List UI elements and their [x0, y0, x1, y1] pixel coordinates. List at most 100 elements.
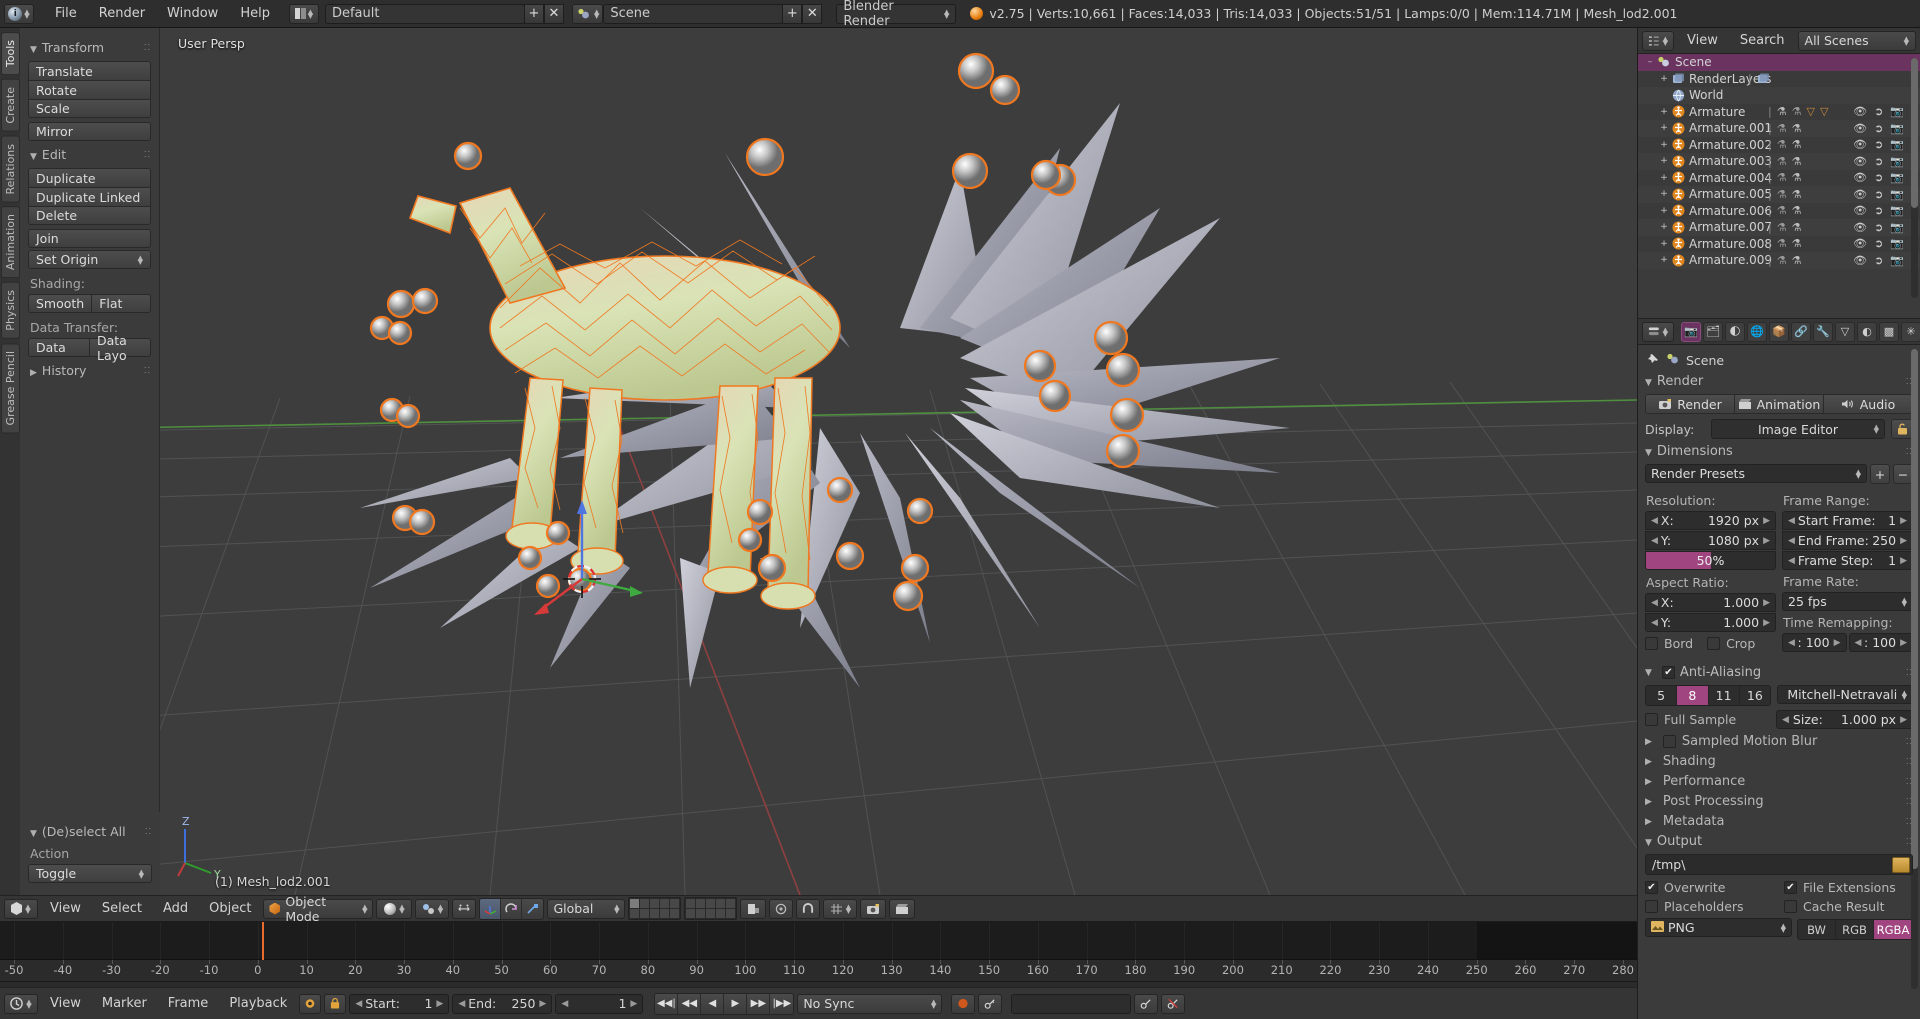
render-engine-select[interactable]: Blender Render ▲ ▼ — [836, 0, 957, 29]
outliner-row[interactable]: + Armature.005 | ⚗ ⚗ 👁 ➲ 📷 — [1638, 186, 1920, 203]
increment-arrow-icon[interactable]: ▶ — [1763, 598, 1770, 608]
file-format-select[interactable]: PNG ▲ ▼ — [1645, 918, 1792, 937]
menu-window[interactable]: Window — [156, 4, 229, 23]
viewport-menu-view[interactable]: View — [41, 899, 90, 918]
world-tab-icon[interactable]: 🌐 — [1747, 321, 1767, 342]
properties-scrollbar[interactable] — [1911, 349, 1918, 989]
outliner-row-datablocks[interactable]: | ⚗ ⚗ — [1768, 204, 1801, 217]
menu-render[interactable]: Render — [88, 4, 156, 23]
decrement-arrow-icon[interactable]: ◀ — [1788, 638, 1795, 648]
display-lock-button[interactable] — [1891, 419, 1913, 439]
eye-icon[interactable]: 👁 — [1853, 254, 1867, 267]
outliner-row-toggles[interactable]: 👁 ➲ 📷 — [1853, 122, 1904, 135]
manipulator-translate-button[interactable] — [480, 898, 502, 919]
play-reverse-button[interactable]: ◀ — [701, 993, 725, 1014]
camera-icon[interactable]: 📷 — [1890, 204, 1904, 217]
outliner-row-datablocks[interactable]: | ⚗ ⚗ — [1768, 254, 1801, 267]
expand-collapse-icon[interactable]: + — [1658, 74, 1670, 84]
camera-icon[interactable]: 📷 — [1890, 221, 1904, 234]
outliner-editor[interactable]: ▲ ▼ View Search All Scenes ▲ ▼ – Scene + Rend… — [1637, 28, 1920, 318]
outliner-row-datablocks[interactable]: | ⚗ ⚗ — [1768, 188, 1801, 201]
expand-collapse-icon[interactable]: + — [1658, 189, 1670, 199]
screen-layout-icon-button[interactable]: ▲ ▼ — [288, 3, 319, 24]
tool-shade-smooth[interactable]: Smooth — [28, 294, 93, 313]
camera-icon[interactable]: 📷 — [1890, 138, 1904, 151]
camera-icon[interactable]: 📷 — [1890, 237, 1904, 250]
decrement-arrow-icon[interactable]: ◀ — [355, 999, 362, 1009]
outliner-row[interactable]: + Armature.003 | ⚗ ⚗ 👁 ➲ 📷 — [1638, 153, 1920, 170]
camera-icon[interactable]: 📷 — [1890, 105, 1904, 118]
outliner-row-datablocks[interactable]: | ⚗ ⚗ — [1768, 155, 1801, 168]
expand-collapse-icon[interactable]: + — [1658, 123, 1670, 133]
outliner-row-datablocks[interactable]: | ⚗ ⚗ — [1768, 221, 1801, 234]
scene-tab-icon[interactable]: 🌓 — [1725, 321, 1745, 342]
render-tab-icon[interactable]: 📷 — [1681, 321, 1701, 342]
outliner-row[interactable]: + RenderLayers | — [1638, 70, 1920, 87]
pivot-point-select[interactable]: ▲ ▼ — [415, 898, 450, 919]
outliner-row-datablocks[interactable]: | ⚗ ⚗ ▽ ▽ — [1768, 105, 1828, 118]
outliner-row-datablocks[interactable]: | — [1748, 72, 1770, 85]
decrement-arrow-icon[interactable]: ◀ — [1651, 598, 1658, 608]
antialiasing-sample-16[interactable]: 16 — [1739, 686, 1770, 705]
antialiasing-sample-8[interactable]: 8 — [1677, 686, 1709, 705]
antialiasing-size-field[interactable]: ◀ Size: 1.000 px ▶ — [1776, 710, 1913, 729]
expand-collapse-icon[interactable]: + — [1658, 206, 1670, 216]
tool-mirror[interactable]: Mirror — [28, 122, 151, 141]
outliner-row-toggles[interactable]: 👁 ➲ 📷 — [1853, 204, 1904, 217]
outliner-menu-view[interactable]: View — [1678, 31, 1727, 50]
section-header-antialiasing[interactable]: ▼ ✔ Anti-Aliasing ⁚⁚ — [1645, 665, 1913, 680]
timeline-menu-view[interactable]: View — [41, 994, 90, 1013]
tool-join[interactable]: Join — [28, 229, 151, 248]
insert-keyframe-button[interactable] — [1134, 993, 1159, 1014]
outliner-row-toggles[interactable]: 👁 ➲ 📷 — [1853, 254, 1904, 267]
expand-collapse-icon[interactable]: + — [1658, 222, 1670, 232]
timeline-track[interactable] — [0, 922, 1637, 960]
3d-viewport[interactable]: Tools Create Relations Animation Physics… — [0, 28, 1637, 895]
outliner-row[interactable]: + Armature.008 | ⚗ ⚗ 👁 ➲ 📷 — [1638, 235, 1920, 252]
increment-arrow-icon[interactable]: ▶ — [1900, 536, 1907, 546]
camera-icon[interactable]: 📷 — [1890, 188, 1904, 201]
cursor-arrow-icon[interactable]: ➲ — [1874, 204, 1883, 217]
section-header-shading[interactable]: ▶ Shading ⁚⁚ — [1645, 754, 1913, 769]
cache-result-row[interactable]: Cache Result — [1784, 899, 1913, 914]
increment-arrow-icon[interactable]: ▶ — [539, 999, 546, 1009]
expand-collapse-icon[interactable]: + — [1658, 239, 1670, 249]
tool-data-transfer[interactable]: Data — [28, 338, 90, 357]
resolution-x-field[interactable]: ◀ X: 1920 px ▶ — [1645, 511, 1776, 530]
border-checkbox[interactable] — [1645, 637, 1658, 650]
color-mode-rgb[interactable]: RGB — [1836, 920, 1874, 939]
outliner-row[interactable]: + Armature.006 | ⚗ ⚗ 👁 ➲ 📷 — [1638, 202, 1920, 219]
panel-header-history[interactable]: ▶ History ⁚⁚ — [30, 363, 151, 378]
outliner-row[interactable]: + Armature | ⚗ ⚗ ▽ ▽ 👁 ➲ 📷 — [1638, 103, 1920, 120]
properties-editor-type-button[interactable]: ▲ ▼ — [1642, 321, 1674, 342]
scene-add-button[interactable]: + — [782, 3, 803, 24]
viewport-shading-select[interactable]: ▲ ▼ — [376, 898, 413, 919]
end-frame-field[interactable]: ◀ End: 250 ▶ — [452, 993, 553, 1014]
toolshelf-tab-relations[interactable]: Relations — [0, 135, 20, 203]
scene-icon-button[interactable]: ▲ ▼ — [571, 3, 604, 24]
render-image-button[interactable]: Render — [1645, 394, 1734, 414]
render-presets-select[interactable]: Render Presets ▲ ▼ — [1645, 464, 1867, 483]
eye-icon[interactable]: 👁 — [1853, 155, 1867, 168]
keying-lock-button[interactable] — [324, 993, 347, 1014]
section-header-post-processing[interactable]: ▶ Post Processing ⁚⁚ — [1645, 794, 1913, 809]
previous-keyframe-button[interactable]: ◀◀ — [678, 993, 702, 1014]
cursor-arrow-icon[interactable]: ➲ — [1874, 171, 1883, 184]
eye-icon[interactable]: 👁 — [1853, 105, 1867, 118]
panel-header-transform[interactable]: ▼ Transform ⁚⁚ — [30, 40, 151, 55]
viewport-canvas[interactable]: User Persp (1) Mesh_lod2.001 Z Y — [160, 28, 1637, 895]
remove-preset-button[interactable]: − — [1893, 464, 1913, 484]
decrement-arrow-icon[interactable]: ◀ — [1782, 715, 1789, 725]
timeline-menu-playback[interactable]: Playback — [220, 994, 296, 1013]
scene-select[interactable]: Scene — [603, 3, 784, 24]
expand-collapse-icon[interactable]: + — [1658, 156, 1670, 166]
toolshelf-tab-animation[interactable]: Animation — [0, 206, 20, 279]
outliner-tree[interactable]: – Scene + RenderLayers | World + Armature | ⚗ ⚗ ▽ ▽ 👁… — [1638, 54, 1920, 318]
operator-panel-header[interactable]: ▼ (De)select All ⁚⁚ — [30, 824, 152, 839]
manipulator-rotate-button[interactable] — [501, 898, 523, 919]
decrement-arrow-icon[interactable]: ◀ — [561, 999, 568, 1009]
outliner-row[interactable]: + Armature.004 | ⚗ ⚗ 👁 ➲ 📷 — [1638, 169, 1920, 186]
section-header-output[interactable]: ▼ Output ⁚⁚ — [1645, 834, 1913, 849]
decrement-arrow-icon[interactable]: ◀ — [1651, 618, 1658, 628]
outliner-scrollbar[interactable] — [1911, 58, 1918, 298]
